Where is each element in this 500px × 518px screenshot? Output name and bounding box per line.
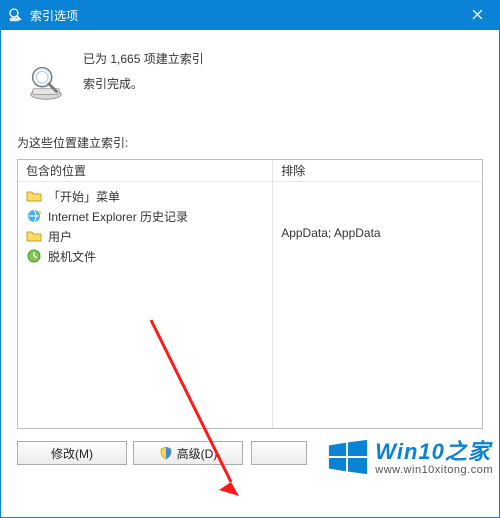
- close-icon: [472, 7, 483, 23]
- partial-button[interactable]: [251, 441, 307, 465]
- column-header-excluded[interactable]: 排除: [273, 160, 482, 181]
- close-button[interactable]: [455, 0, 500, 30]
- shield-icon: [159, 446, 173, 460]
- exclude-value: AppData; AppData: [281, 226, 474, 246]
- list-item-label: 用户: [48, 228, 72, 245]
- column-header-included[interactable]: 包含的位置: [18, 160, 273, 181]
- button-label: 高级(D): [177, 445, 218, 462]
- window-title: 索引选项: [30, 7, 78, 24]
- modify-button[interactable]: 修改(M): [17, 441, 127, 465]
- window-icon: [8, 7, 24, 23]
- list-item-label: Internet Explorer 历史记录: [48, 208, 188, 225]
- list-item[interactable]: Internet Explorer 历史记录: [18, 206, 272, 226]
- advanced-button[interactable]: 高级(D): [133, 441, 243, 465]
- locations-label: 为这些位置建立索引:: [17, 134, 483, 151]
- index-count-text: 已为 1,665 项建立索引: [83, 50, 204, 67]
- locations-list: 包含的位置 排除 「开始」菜单 Internet Explorer 历史记录 用…: [17, 159, 483, 429]
- index-status-text: 索引完成。: [83, 75, 204, 92]
- list-item[interactable]: 「开始」菜单: [18, 186, 272, 206]
- ie-icon: [26, 208, 42, 224]
- folder-icon: [26, 188, 42, 204]
- index-icon: [21, 56, 71, 106]
- folder-icon: [26, 228, 42, 244]
- titlebar: 索引选项: [0, 0, 500, 30]
- list-item-label: 「开始」菜单: [48, 188, 120, 205]
- button-label: 修改(M): [51, 445, 93, 462]
- list-item-label: 脱机文件: [48, 248, 96, 265]
- list-item[interactable]: 用户: [18, 226, 272, 246]
- offline-files-icon: [26, 248, 42, 264]
- list-item[interactable]: 脱机文件: [18, 246, 272, 266]
- dialog-body: 已为 1,665 项建立索引 索引完成。 为这些位置建立索引: 包含的位置 排除…: [0, 30, 500, 518]
- watermark-url: www.win10xitong.com: [375, 465, 493, 476]
